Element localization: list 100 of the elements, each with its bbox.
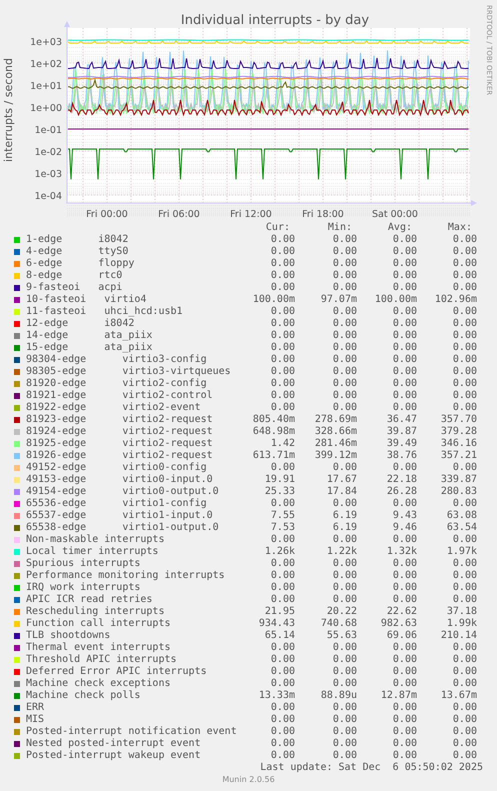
- series-label: Function call interrupts: [26, 618, 172, 630]
- avg-value: 12.87m: [380, 690, 417, 702]
- min-value: 0.00: [332, 534, 357, 546]
- avg-value: 0.00: [392, 702, 417, 714]
- y-tick-label: 1e-04: [34, 191, 62, 202]
- avg-value: 0.00: [392, 582, 417, 594]
- last-update-text: Last update: Sat Dec 6 05:50:02 2025: [260, 762, 483, 773]
- cur-value: 0.00: [270, 594, 295, 606]
- avg-value: 0.00: [392, 750, 417, 762]
- avg-value: 9.46: [392, 522, 417, 534]
- avg-value: 36.47: [386, 414, 417, 426]
- avg-value: 0.00: [392, 342, 417, 354]
- min-value: 0.00: [332, 270, 357, 282]
- min-value: 0.00: [332, 390, 357, 402]
- series-label: 81921-edge virtio2-control: [26, 390, 214, 402]
- min-value: 0.00: [332, 306, 357, 318]
- min-value: 328.66m: [314, 426, 357, 438]
- max-value: 0.00: [452, 642, 477, 654]
- avg-value: 100.00m: [374, 294, 417, 306]
- min-value: 0.00: [332, 678, 357, 690]
- min-value: 0.00: [332, 366, 357, 378]
- cur-value: 21.95: [264, 606, 295, 618]
- max-value: 0.00: [452, 702, 477, 714]
- max-value: 0.00: [452, 534, 477, 546]
- avg-value: 0.00: [392, 354, 417, 366]
- y-tick-label: 1e+01: [30, 81, 62, 92]
- avg-value: 0.00: [392, 558, 417, 570]
- min-value: 0.00: [332, 702, 357, 714]
- cur-value: 0.00: [270, 462, 295, 474]
- cur-value: 0.00: [270, 318, 295, 330]
- y-tick-label: 1e-03: [34, 169, 62, 180]
- avg-value: 1.32k: [386, 546, 417, 558]
- y-tick-label: 1e+03: [30, 37, 62, 48]
- series-label: 98305-edge virtio3-virtqueues: [26, 366, 232, 378]
- x-tick-label: Fri 00:00: [86, 209, 128, 220]
- x-tick-label: Fri 18:00: [302, 209, 344, 220]
- avg-value: 982.63: [380, 618, 417, 630]
- cur-value: 613.71m: [252, 450, 295, 462]
- avg-value: 0.00: [392, 462, 417, 474]
- series-label: 81923-edge virtio2-request: [26, 414, 214, 426]
- series-label: 98304-edge virtio3-config: [26, 354, 208, 366]
- max-value: 357.21: [440, 450, 477, 462]
- column-header: Cur:: [264, 222, 291, 234]
- max-value: 0.00: [452, 270, 477, 282]
- min-value: 0.00: [332, 378, 357, 390]
- cur-value: 0.00: [270, 534, 295, 546]
- series-label: 81926-edge virtio2-request: [26, 450, 214, 462]
- avg-value: 0.00: [392, 642, 417, 654]
- series-label: 49153-edge virtio0-input.0: [26, 474, 214, 486]
- avg-value: 0.00: [392, 654, 417, 666]
- series-label: 81920-edge virtio2-config: [26, 378, 208, 390]
- series-label: Threshold APIC interrupts: [26, 654, 178, 666]
- min-value: 0.00: [332, 462, 357, 474]
- min-value: 0.00: [332, 666, 357, 678]
- avg-value: 0.00: [392, 378, 417, 390]
- min-value: 0.00: [332, 570, 357, 582]
- cur-value: 0.00: [270, 498, 295, 510]
- footer-text: Munin 2.0.56: [222, 775, 275, 784]
- avg-value: 26.28: [386, 486, 417, 498]
- x-tick-label: Sat 00:00: [372, 209, 418, 220]
- min-value: 278.69m: [314, 414, 357, 426]
- cur-value: 1.42: [270, 438, 295, 450]
- series-label: Machine check exceptions: [26, 678, 172, 690]
- max-value: 63.54: [446, 522, 477, 534]
- cur-value: 0.00: [270, 330, 295, 342]
- max-value: 0.00: [452, 258, 477, 270]
- series-label: Posted-interrupt wakeup event: [26, 750, 202, 762]
- cur-value: 0.00: [270, 306, 295, 318]
- max-value: 0.00: [452, 354, 477, 366]
- max-value: 37.18: [446, 606, 477, 618]
- max-value: 0.00: [452, 330, 477, 342]
- max-value: 0.00: [452, 654, 477, 666]
- y-tick-label: 1e+02: [30, 59, 62, 70]
- avg-value: 0.00: [392, 258, 417, 270]
- series-label: 1-edge i8042: [26, 234, 130, 246]
- avg-value: 69.06: [386, 630, 417, 642]
- min-value: 88.89u: [320, 690, 357, 702]
- min-value: 0.00: [332, 654, 357, 666]
- series-label: Local timer interrupts: [26, 546, 160, 558]
- series-label: APIC ICR read retries: [26, 594, 154, 606]
- cur-value: 805.40m: [252, 414, 295, 426]
- avg-value: 0.00: [392, 234, 417, 246]
- series-label: 12-edge i8042: [26, 318, 136, 330]
- min-value: 1.22k: [326, 546, 357, 558]
- cur-value: 13.33m: [258, 690, 295, 702]
- max-value: 346.16: [440, 438, 477, 450]
- max-value: 0.00: [452, 318, 477, 330]
- avg-value: 22.18: [386, 474, 417, 486]
- x-tick-label: Fri 12:00: [230, 209, 272, 220]
- max-value: 0.00: [452, 582, 477, 594]
- max-value: 1.97k: [446, 546, 477, 558]
- series-label: 81924-edge virtio2-request: [26, 426, 214, 438]
- min-value: 740.68: [320, 618, 357, 630]
- cur-value: 648.98m: [252, 426, 295, 438]
- max-value: 0.00: [452, 570, 477, 582]
- cur-value: 0.00: [270, 702, 295, 714]
- avg-value: 0.00: [392, 678, 417, 690]
- min-value: 0.00: [332, 642, 357, 654]
- avg-value: 0.00: [392, 714, 417, 726]
- min-value: 0.00: [332, 402, 357, 414]
